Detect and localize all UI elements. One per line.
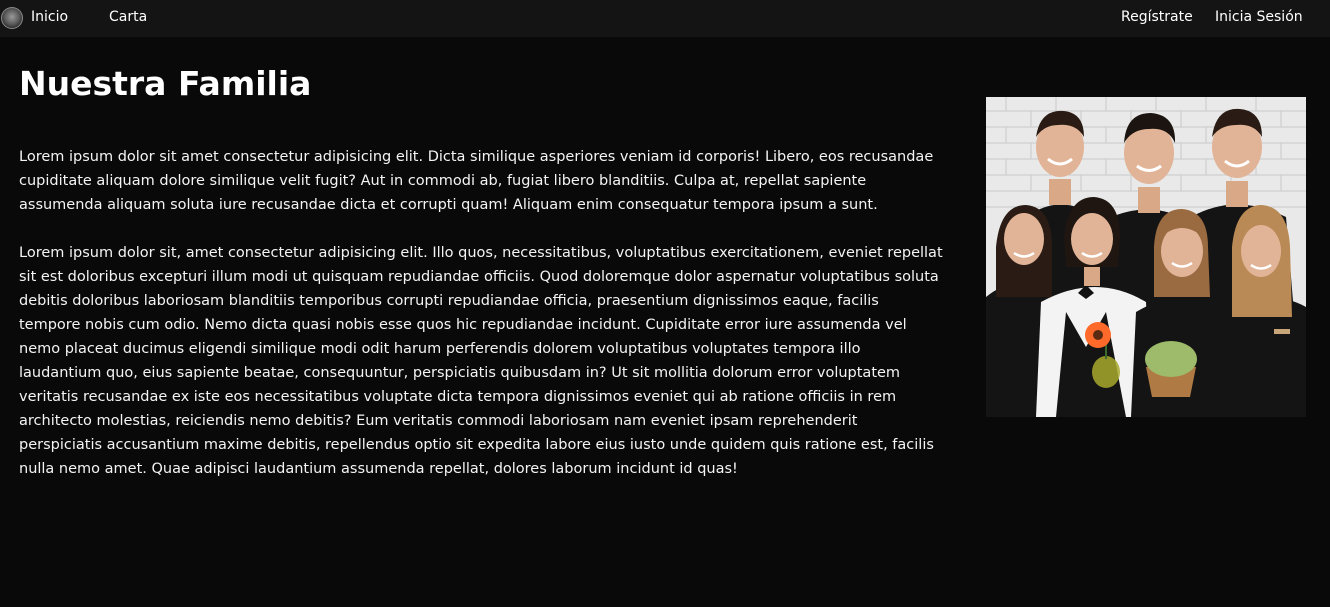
nav-register-link[interactable]: Regístrate — [1121, 9, 1193, 25]
top-navbar: Inicio Carta Regístrate Inicia Sesión — [0, 0, 1330, 37]
restaurant-logo-icon[interactable] — [1, 7, 23, 29]
nav-home-link[interactable]: Inicio — [31, 9, 68, 25]
nav-login-link[interactable]: Inicia Sesión — [1215, 9, 1303, 25]
body-paragraph: Lorem ipsum dolor sit, amet consectetur … — [19, 245, 943, 477]
team-photo — [986, 97, 1306, 417]
page-title: Nuestra Familia — [19, 64, 312, 103]
content-section: Lorem ipsum dolor sit amet consectetur a… — [19, 145, 944, 505]
nav-menu-link[interactable]: Carta — [109, 9, 147, 25]
intro-paragraph: Lorem ipsum dolor sit amet consectetur a… — [19, 149, 934, 213]
